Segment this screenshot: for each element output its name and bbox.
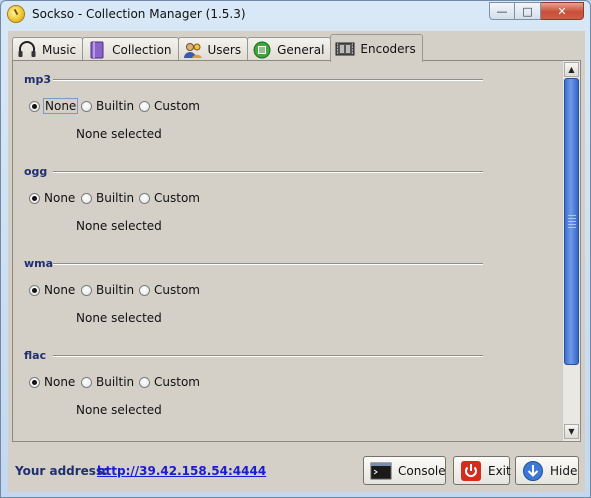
client-area: Music Collection Users General Encoders …	[8, 31, 585, 492]
hide-button[interactable]: Hide	[515, 456, 579, 485]
scrollbar-grip	[568, 215, 576, 229]
tab-label: Encoders	[360, 41, 416, 56]
ogg-radio-builtin[interactable]: Builtin	[81, 191, 134, 205]
minimize-button[interactable]: —	[489, 2, 515, 20]
radio-circle	[139, 100, 150, 112]
tab-label: Collection	[112, 43, 172, 57]
console-icon	[370, 461, 392, 481]
section-title-mp3: mp3	[24, 73, 51, 86]
mp3-radio-none[interactable]: None	[29, 98, 79, 114]
tab-label: Users	[207, 43, 242, 57]
tab-encoders[interactable]: Encoders	[330, 34, 423, 62]
radio-circle	[81, 284, 92, 296]
mp3-status: None selected	[76, 127, 162, 141]
mp3-radio-custom[interactable]: Custom	[139, 99, 200, 113]
radio-circle	[29, 376, 40, 388]
window-title: Sockso - Collection Manager (1.5.3)	[32, 7, 246, 21]
ogg-radio-none[interactable]: None	[29, 191, 75, 205]
radio-circle	[29, 192, 40, 204]
exit-button[interactable]: Exit	[453, 456, 511, 485]
footer-bar: Your address: http://39.42.158.54:4444 C…	[8, 443, 585, 492]
tab-bar: Music Collection Users General Encoders	[12, 34, 423, 62]
hide-label: Hide	[550, 463, 578, 478]
exit-label: Exit	[488, 463, 511, 478]
section-separator	[53, 263, 483, 265]
general-icon	[252, 41, 272, 59]
app-icon	[8, 6, 24, 22]
ogg-status: None selected	[76, 219, 162, 233]
encoders-scroll-content: mp3 None Builtin Custom None selected og…	[13, 61, 561, 441]
application-window: Sockso - Collection Manager (1.5.3) — □ …	[0, 0, 591, 498]
tab-label: General	[277, 43, 325, 57]
flac-radio-none[interactable]: None	[29, 375, 75, 389]
tab-general[interactable]: General	[247, 37, 332, 62]
tab-users[interactable]: Users	[177, 37, 249, 62]
film-icon	[335, 40, 355, 58]
section-separator	[53, 171, 483, 173]
tab-collection[interactable]: Collection	[82, 37, 179, 62]
radio-circle	[139, 284, 150, 296]
tab-music[interactable]: Music	[12, 37, 84, 62]
radio-circle	[139, 192, 150, 204]
wma-radio-custom[interactable]: Custom	[139, 283, 200, 297]
maximize-button[interactable]: □	[515, 2, 541, 20]
section-separator	[53, 355, 483, 357]
book-icon	[87, 41, 107, 59]
wma-status: None selected	[76, 311, 162, 325]
wma-radio-builtin[interactable]: Builtin	[81, 283, 134, 297]
section-title-wma: wma	[24, 257, 54, 270]
flac-status: None selected	[76, 403, 162, 417]
radio-circle	[29, 100, 40, 112]
section-title-flac: flac	[24, 349, 47, 362]
section-separator	[53, 79, 483, 81]
radio-circle	[81, 376, 92, 388]
radio-circle	[81, 192, 92, 204]
title-bar[interactable]: Sockso - Collection Manager (1.5.3) — □ …	[1, 1, 590, 31]
radio-circle	[29, 284, 40, 296]
section-title-ogg: ogg	[24, 165, 48, 178]
address-link[interactable]: http://39.42.158.54:4444	[97, 464, 266, 478]
wma-radio-none[interactable]: None	[29, 283, 75, 297]
headphones-icon	[17, 41, 37, 59]
mp3-radio-builtin[interactable]: Builtin	[81, 99, 134, 113]
flac-radio-custom[interactable]: Custom	[139, 375, 200, 389]
radio-circle	[81, 100, 92, 112]
address-label: Your address:	[15, 464, 108, 478]
radio-circle	[139, 376, 150, 388]
down-arrow-icon	[522, 460, 544, 481]
encoders-panel: mp3 None Builtin Custom None selected og…	[12, 60, 581, 442]
console-label: Console	[398, 463, 446, 478]
tab-label: Music	[42, 43, 77, 57]
power-icon	[460, 460, 482, 481]
vertical-scrollbar[interactable]: ▲ ▼	[562, 61, 580, 441]
scroll-up-arrow-icon[interactable]: ▲	[564, 62, 579, 77]
flac-radio-builtin[interactable]: Builtin	[81, 375, 134, 389]
scrollbar-thumb[interactable]	[564, 78, 579, 365]
window-controls: — □ ✕	[489, 2, 584, 20]
scroll-down-arrow-icon[interactable]: ▼	[564, 424, 579, 439]
console-button[interactable]: Console	[363, 456, 446, 485]
users-icon	[183, 41, 203, 59]
close-button[interactable]: ✕	[541, 2, 584, 20]
ogg-radio-custom[interactable]: Custom	[139, 191, 200, 205]
